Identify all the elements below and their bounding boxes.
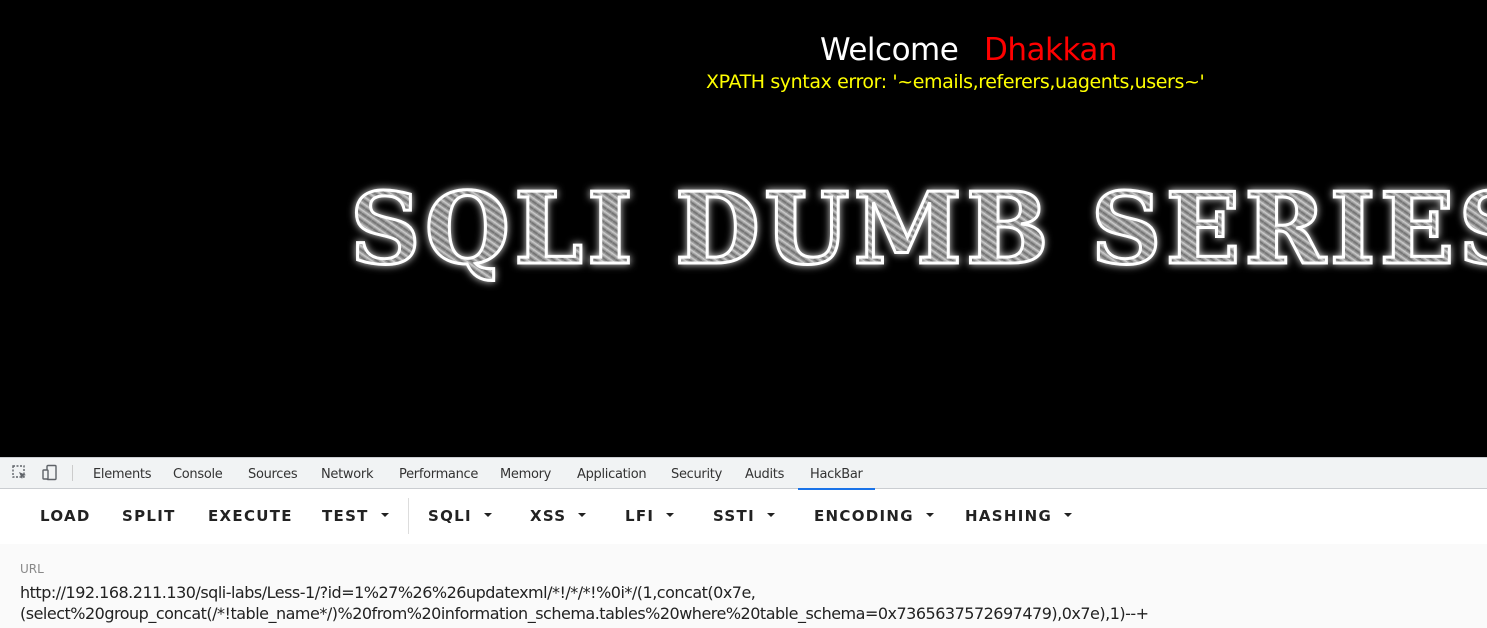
lfi-dropdown-label: LFI	[625, 507, 655, 525]
split-button[interactable]: SPLIT	[122, 490, 176, 542]
tab-security[interactable]: Security	[671, 458, 722, 489]
banner-image: SQLI DUMB SERIES-	[340, 150, 1487, 300]
tab-hackbar[interactable]: HackBar	[798, 458, 875, 490]
url-line-2: (select%20group_concat(/*!table_name*/)%…	[20, 604, 1149, 623]
load-button-label: LOAD	[40, 507, 91, 525]
split-button-label: SPLIT	[122, 507, 176, 525]
sqli-dropdown[interactable]: SQLI	[428, 490, 492, 542]
error-message: XPATH syntax error: '~emails,referers,ua…	[706, 71, 1205, 93]
encoding-dropdown-label: ENCODING	[814, 507, 914, 525]
ssti-dropdown-label: SSTI	[713, 507, 755, 525]
tab-memory[interactable]: Memory	[500, 458, 551, 489]
test-dropdown-label: TEST	[322, 507, 369, 525]
inspect-element-icon[interactable]	[11, 464, 29, 482]
caret-down-icon	[483, 512, 492, 517]
load-button[interactable]: LOAD	[40, 490, 91, 542]
tab-application[interactable]: Application	[577, 458, 647, 489]
tab-network[interactable]: Network	[321, 458, 373, 489]
caret-down-icon	[578, 512, 587, 517]
page-content: Welcome Dhakkan XPATH syntax error: '~em…	[0, 0, 1487, 457]
tab-sources[interactable]: Sources	[248, 458, 298, 489]
url-field[interactable]: URL http://192.168.211.130/sqli-labs/Les…	[0, 544, 1487, 628]
devtools-panel: Elements Console Sources Network Perform…	[0, 457, 1487, 628]
url-line-1: http://192.168.211.130/sqli-labs/Less-1/…	[20, 583, 756, 602]
tab-console[interactable]: Console	[173, 458, 223, 489]
tab-elements[interactable]: Elements	[93, 458, 152, 489]
ssti-dropdown[interactable]: SSTI	[713, 490, 775, 542]
execute-button[interactable]: EXECUTE	[208, 490, 293, 542]
caret-down-icon	[1064, 512, 1073, 517]
encoding-dropdown[interactable]: ENCODING	[814, 490, 934, 542]
user-name: Dhakkan	[984, 32, 1118, 68]
url-label: URL	[20, 562, 44, 576]
tabbar-separator	[72, 465, 73, 481]
welcome-line: Welcome Dhakkan	[0, 32, 1487, 72]
caret-down-icon	[925, 512, 934, 517]
caret-down-icon	[666, 512, 675, 517]
caret-down-icon	[766, 512, 775, 517]
hackbar-toolbar: LOAD SPLIT EXECUTE TEST SQLI XSS LFI SST…	[0, 490, 1487, 542]
hashing-dropdown-label: HASHING	[965, 507, 1053, 525]
tab-performance[interactable]: Performance	[399, 458, 478, 489]
url-input[interactable]: http://192.168.211.130/sqli-labs/Less-1/…	[20, 582, 1470, 624]
tab-audits[interactable]: Audits	[745, 458, 784, 489]
execute-button-label: EXECUTE	[208, 507, 293, 525]
test-dropdown[interactable]: TEST	[322, 490, 389, 542]
lfi-dropdown[interactable]: LFI	[625, 490, 675, 542]
device-toolbar-icon[interactable]	[41, 464, 59, 482]
xss-dropdown[interactable]: XSS	[530, 490, 587, 542]
devtools-tabbar: Elements Console Sources Network Perform…	[0, 458, 1487, 490]
sqli-dropdown-label: SQLI	[428, 507, 472, 525]
toolbar-divider	[408, 498, 409, 534]
welcome-text: Welcome	[820, 32, 959, 68]
hashing-dropdown[interactable]: HASHING	[965, 490, 1073, 542]
banner-text: SQLI DUMB SERIES-	[350, 172, 1487, 287]
xss-dropdown-label: XSS	[530, 507, 567, 525]
caret-down-icon	[380, 512, 389, 517]
